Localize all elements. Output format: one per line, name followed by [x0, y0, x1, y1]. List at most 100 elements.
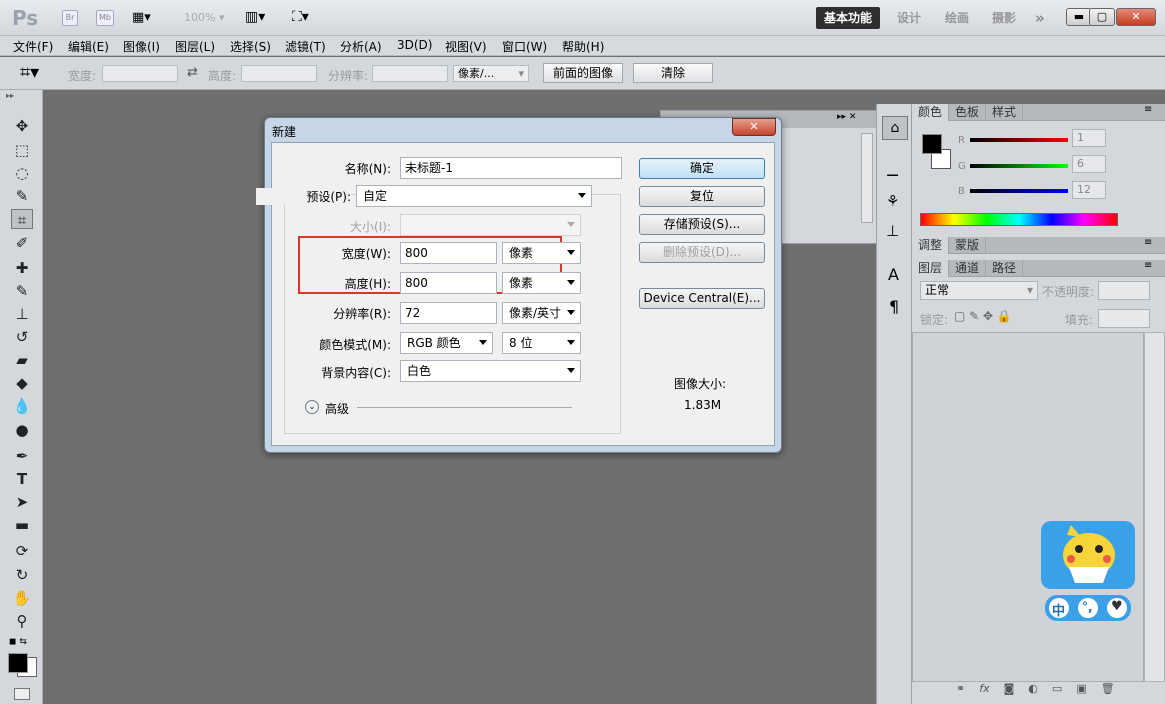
workspace-photography[interactable]: 摄影 — [984, 7, 1024, 29]
tab-channels[interactable]: 通道 — [949, 260, 987, 277]
width-input[interactable]: 800 — [400, 242, 497, 264]
clear-button[interactable]: 清除 — [633, 63, 713, 83]
3d-orbit-tool-icon[interactable]: ↻ — [11, 565, 33, 585]
panel-scrollbar[interactable] — [861, 133, 873, 223]
name-input[interactable]: 未标题-1 — [400, 157, 622, 179]
background-select[interactable]: 白色 — [400, 360, 581, 382]
paint-bucket-tool-icon[interactable]: ◆ — [11, 373, 33, 393]
layers-list[interactable] — [912, 332, 1144, 682]
menu-window[interactable]: 窗口(W) — [502, 38, 547, 55]
tab-styles[interactable]: 样式 — [986, 104, 1024, 121]
more-workspaces-icon[interactable]: » — [1027, 7, 1053, 29]
panel-menu-icon[interactable]: ▸▸ ✕ — [837, 112, 856, 122]
adjustment-layer-icon[interactable]: ◐ — [1028, 682, 1038, 695]
menu-select[interactable]: 选择(S) — [230, 38, 271, 55]
delete-preset-button[interactable]: 删除预设(D)... — [639, 242, 765, 263]
pen-tool-icon[interactable]: ✒ — [11, 446, 33, 466]
menu-view[interactable]: 视图(V) — [445, 38, 487, 55]
history-panel-icon[interactable]: ⌂ — [882, 116, 908, 140]
close-icon[interactable]: ✕ — [1116, 8, 1156, 26]
default-colors-icon[interactable]: ◼ ⇆ — [9, 637, 27, 647]
width-input[interactable] — [102, 65, 178, 82]
ime-heart-key[interactable]: ♥ — [1111, 599, 1123, 614]
brush-tool-icon[interactable]: ✎ — [11, 281, 33, 301]
workspace-essentials[interactable]: 基本功能 — [816, 7, 881, 29]
3d-rotate-tool-icon[interactable]: ⟳ — [11, 541, 33, 561]
shape-tool-icon[interactable]: ▬ — [11, 515, 33, 535]
fx-icon[interactable]: fx — [979, 682, 989, 695]
tool-presets-icon[interactable]: ⊥ — [886, 222, 899, 240]
bridge-icon[interactable]: Br — [62, 10, 78, 26]
save-preset-button[interactable]: 存储预设(S)... — [639, 214, 765, 235]
tab-masks[interactable]: 蒙版 — [949, 237, 987, 254]
paragraph-panel-icon[interactable]: ¶ — [889, 297, 899, 316]
layers-scrollbar[interactable] — [1144, 332, 1165, 682]
dialog-close-button[interactable]: ✕ — [732, 118, 776, 136]
color-panel-menu-icon[interactable]: ≡ — [1144, 104, 1152, 115]
height-unit-select[interactable]: 像素 — [502, 272, 581, 294]
menu-layer[interactable]: 图层(L) — [175, 38, 215, 55]
color-fg-swatch[interactable] — [922, 134, 942, 154]
advanced-label[interactable]: 高级 — [325, 400, 349, 417]
color-spectrum-ramp[interactable] — [920, 213, 1118, 226]
width-unit-select[interactable]: 像素 — [502, 242, 581, 264]
menu-3d[interactable]: 3D(D) — [397, 38, 432, 52]
minibridge-icon[interactable]: Mb — [96, 10, 114, 26]
device-central-button[interactable]: Device Central(E)... — [639, 288, 765, 309]
adjust-panel-menu-icon[interactable]: ≡ — [1144, 237, 1152, 248]
path-selection-tool-icon[interactable]: ➤ — [11, 492, 33, 512]
green-value[interactable]: 6 — [1072, 155, 1106, 173]
maximize-icon[interactable]: ▢ — [1089, 8, 1115, 26]
add-mask-icon[interactable]: ◙ — [1004, 682, 1015, 695]
history-brush-tool-icon[interactable]: ↺ — [11, 327, 33, 347]
front-image-button[interactable]: 前面的图像 — [543, 63, 623, 83]
menu-filter[interactable]: 滤镜(T) — [285, 38, 326, 55]
hand-tool-icon[interactable]: ✋ — [11, 588, 33, 608]
view-extras-icon[interactable]: ▦▾ — [132, 10, 162, 26]
blur-tool-icon[interactable]: 💧 — [11, 396, 33, 416]
link-layers-icon[interactable]: ⚭ — [956, 682, 965, 695]
arrange-documents-icon[interactable]: ▥▾ — [245, 9, 265, 25]
marquee-tool-icon[interactable]: ⬚ — [11, 140, 33, 160]
reset-button[interactable]: 复位 — [639, 186, 765, 207]
crop-tool-preset-icon[interactable]: ⌗▾ — [20, 62, 39, 83]
screen-mode-icon[interactable]: ⛶▾ — [292, 9, 309, 25]
red-value[interactable]: 1 — [1072, 129, 1106, 147]
fill-input[interactable] — [1098, 309, 1150, 328]
resolution-input[interactable] — [372, 65, 448, 82]
resolution-unit-select[interactable]: 像素/英寸 — [502, 302, 581, 324]
opacity-input[interactable] — [1098, 281, 1150, 300]
menu-file[interactable]: 文件(F) — [13, 38, 53, 55]
tab-adjustments[interactable]: 调整 — [912, 237, 950, 254]
resolution-unit-select[interactable]: 像素/... ▾ — [453, 65, 529, 82]
clone-source-icon[interactable]: ⚘ — [886, 192, 899, 210]
size-select[interactable] — [400, 214, 581, 236]
advanced-toggle-icon[interactable]: ⌄ — [305, 400, 319, 414]
brush-panel-icon[interactable]: ⚊ — [886, 162, 899, 180]
type-tool-icon[interactable]: T — [11, 469, 33, 489]
menu-help[interactable]: 帮助(H) — [562, 38, 604, 55]
quick-selection-tool-icon[interactable]: ✎ — [11, 186, 33, 206]
menu-analysis[interactable]: 分析(A) — [340, 38, 382, 55]
layer-panel-menu-icon[interactable]: ≡ — [1144, 260, 1152, 271]
workspace-painting[interactable]: 绘画 — [937, 7, 977, 29]
collapse-toolbox-icon[interactable]: ▸▸ — [6, 91, 14, 100]
height-input[interactable]: 800 — [400, 272, 497, 294]
preset-select[interactable]: 自定 — [356, 185, 592, 207]
eraser-tool-icon[interactable]: ▰ — [11, 350, 33, 370]
zoom-level[interactable]: 100% ▾ — [184, 11, 224, 24]
ime-punct-key[interactable]: °, — [1082, 600, 1093, 614]
ok-button[interactable]: 确定 — [639, 158, 765, 179]
foreground-color-swatch[interactable] — [8, 653, 28, 673]
ime-chinese-key[interactable]: 中 — [1052, 600, 1065, 619]
resolution-input[interactable]: 72 — [400, 302, 497, 324]
dodge-tool-icon[interactable]: ● — [11, 420, 33, 440]
tab-paths[interactable]: 路径 — [986, 260, 1024, 277]
lock-icons[interactable]: ▢ ✎ ✥ 🔒 — [954, 309, 1012, 323]
lasso-tool-icon[interactable]: ◌ — [11, 163, 33, 183]
ime-mascot[interactable]: 中 °, ♥ — [1041, 521, 1135, 623]
red-slider[interactable] — [970, 138, 1068, 142]
eyedropper-tool-icon[interactable]: ✐ — [11, 233, 33, 253]
swap-dimensions-icon[interactable]: ⇄ — [187, 65, 198, 80]
character-panel-icon[interactable]: A — [888, 265, 899, 284]
